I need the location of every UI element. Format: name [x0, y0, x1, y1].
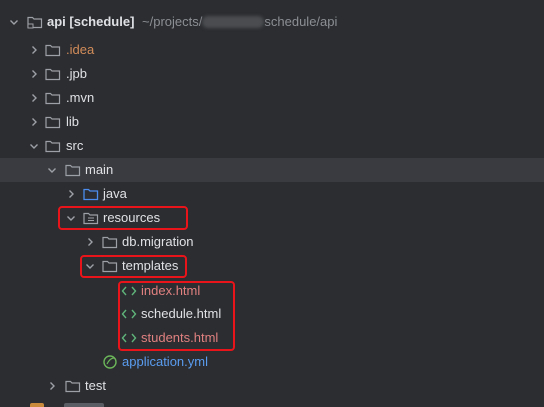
- tree-row-test[interactable]: test: [0, 374, 544, 398]
- folder-icon: [101, 234, 119, 250]
- project-name-label: api [schedule] ~/projects/schedule/api: [47, 14, 337, 30]
- tree-label: src: [66, 138, 84, 153]
- chevron-down-icon[interactable]: [28, 140, 40, 152]
- tree-row-db-migration[interactable]: db.migration: [0, 230, 544, 254]
- tree-row-application-yml[interactable]: application.yml: [0, 350, 544, 374]
- partial-icon: [30, 403, 44, 407]
- chevron-right-icon[interactable]: [28, 116, 40, 128]
- tree-label: .jpb: [66, 66, 87, 81]
- tree-row-main[interactable]: main: [0, 158, 544, 182]
- partial-label: [64, 403, 104, 407]
- next-row-partial: [0, 401, 544, 407]
- project-path-prefix: ~/projects/: [142, 14, 203, 29]
- tree-row-index-html[interactable]: index.html: [0, 279, 544, 303]
- folder-icon: [44, 42, 62, 58]
- folder-icon: [64, 162, 82, 178]
- tree-row-lib[interactable]: lib: [0, 110, 544, 134]
- tree-label: main: [85, 162, 114, 177]
- tree-label: application.yml: [122, 354, 208, 369]
- tree-row-java[interactable]: java: [0, 182, 544, 206]
- project-path: ~/projects/schedule/api: [142, 14, 337, 29]
- chevron-right-icon[interactable]: [46, 380, 58, 392]
- tree-label: .mvn: [66, 90, 95, 105]
- folder-icon: [44, 114, 62, 130]
- tree-label: java: [103, 186, 127, 201]
- tree-label: test: [85, 378, 106, 393]
- tree-label: .idea: [66, 42, 95, 57]
- spring-yml-icon: [101, 354, 119, 370]
- chevron-right-icon[interactable]: [28, 92, 40, 104]
- project-folder-icon: [26, 14, 44, 30]
- highlight-box-templates: [80, 255, 187, 278]
- folder-icon: [44, 66, 62, 82]
- source-folder-icon: [82, 186, 100, 202]
- chevron-right-icon[interactable]: [28, 44, 40, 56]
- highlight-box-html-files: [118, 281, 235, 351]
- tree-row-students-html[interactable]: students.html: [0, 326, 544, 350]
- tree-label: lib: [66, 114, 80, 129]
- tree-row-project[interactable]: api [schedule] ~/projects/schedule/api: [0, 10, 544, 34]
- tree-row-src[interactable]: src: [0, 134, 544, 158]
- tree-row-mvn[interactable]: .mvn: [0, 86, 544, 110]
- chevron-down-icon[interactable]: [46, 164, 58, 176]
- chevron-right-icon[interactable]: [65, 188, 77, 200]
- project-tree: api [schedule] ~/projects/schedule/api .…: [0, 0, 544, 407]
- chevron-right-icon[interactable]: [84, 236, 96, 248]
- folder-icon: [44, 138, 62, 154]
- project-path-suffix: schedule/api: [264, 14, 338, 29]
- folder-icon: [64, 378, 82, 394]
- project-name: api [schedule]: [47, 14, 135, 29]
- tree-label: db.migration: [122, 234, 194, 249]
- tree-row-idea[interactable]: .idea: [0, 38, 544, 62]
- redacted-path-segment: [202, 15, 265, 28]
- chevron-down-icon[interactable]: [8, 16, 20, 28]
- chevron-right-icon[interactable]: [28, 68, 40, 80]
- tree-row-jpb[interactable]: .jpb: [0, 62, 544, 86]
- highlight-box-resources: [58, 206, 188, 230]
- folder-icon: [44, 90, 62, 106]
- tree-row-schedule-html[interactable]: schedule.html: [0, 302, 544, 326]
